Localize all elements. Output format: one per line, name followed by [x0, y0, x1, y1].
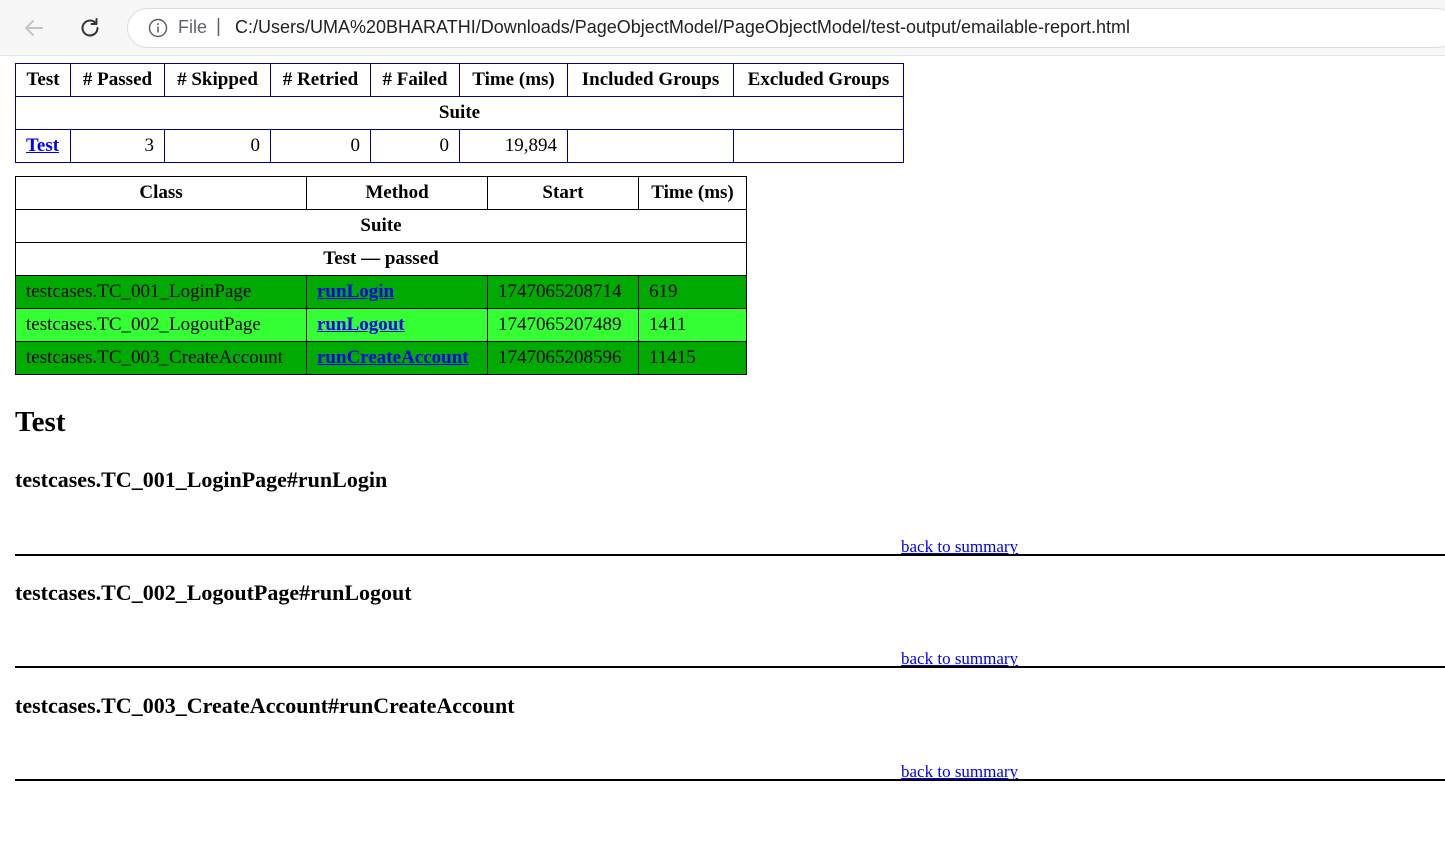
section-divider: [15, 666, 1445, 668]
summary-header-passed: # Passed: [70, 63, 165, 97]
back-button[interactable]: [16, 10, 52, 46]
summary-header-retried: # Retried: [270, 63, 371, 97]
test-section-title: Test: [15, 406, 66, 438]
summary-header-test: Test: [15, 63, 71, 97]
reload-icon: [81, 18, 99, 37]
summary-test-cell: Test: [15, 129, 71, 163]
methods-group-label: Test — passed: [15, 242, 747, 276]
reload-button[interactable]: [72, 10, 108, 46]
browser-toolbar: File | C:/Users/UMA%20BHARATHI/Downloads…: [0, 0, 1445, 56]
summary-table: Test # Passed # Skipped # Retried # Fail…: [15, 63, 904, 163]
method-detail-heading: testcases.TC_002_LogoutPage#runLogout: [15, 580, 412, 605]
scheme-separator: |: [216, 16, 221, 37]
url-text[interactable]: C:/Users/UMA%20BHARATHI/Downloads/PageOb…: [235, 17, 1130, 38]
methods-header-time: Time (ms): [638, 176, 747, 210]
summary-header-skipped: # Skipped: [164, 63, 271, 97]
summary-included-groups-value: [567, 129, 734, 163]
method-start-cell: 1747065208596: [487, 341, 639, 375]
summary-test-row: Test 3 0 0 0 19,894: [15, 129, 904, 163]
method-class-cell: testcases.TC_001_LoginPage: [15, 275, 307, 309]
methods-header-method: Method: [306, 176, 488, 210]
method-time-cell: 11415: [638, 341, 747, 375]
summary-passed-value: 3: [70, 129, 165, 163]
method-name-cell: runCreateAccount: [306, 341, 488, 375]
summary-retried-value: 0: [270, 129, 371, 163]
method-link-runlogin[interactable]: runLogin: [317, 281, 394, 302]
methods-header-class: Class: [15, 176, 307, 210]
methods-header-row: Class Method Start Time (ms): [15, 176, 747, 210]
summary-suite-label: Suite: [15, 96, 904, 130]
method-name-cell: runLogout: [306, 308, 488, 342]
method-link-runlogout[interactable]: runLogout: [317, 314, 405, 335]
summary-skipped-value: 0: [164, 129, 271, 163]
method-class-cell: testcases.TC_002_LogoutPage: [15, 308, 307, 342]
summary-header-time: Time (ms): [459, 63, 568, 97]
report-content: Test # Passed # Skipped # Retried # Fail…: [15, 63, 1445, 781]
section-divider: [15, 779, 1445, 781]
summary-time-value: 19,894: [459, 129, 568, 163]
method-class-cell: testcases.TC_003_CreateAccount: [15, 341, 307, 375]
methods-header-start: Start: [487, 176, 639, 210]
summary-failed-value: 0: [370, 129, 460, 163]
page-edge-divider: [0, 55, 1445, 56]
method-detail-heading: testcases.TC_001_LoginPage#runLogin: [15, 467, 388, 492]
method-start-cell: 1747065208714: [487, 275, 639, 309]
methods-table: Class Method Start Time (ms) Suite Test …: [15, 176, 747, 375]
scheme-label: File: [178, 17, 208, 37]
address-bar[interactable]: File | C:/Users/UMA%20BHARATHI/Downloads…: [127, 8, 1445, 48]
method-time-cell: 1411: [638, 308, 747, 342]
method-time-cell: 619: [638, 275, 747, 309]
summary-excluded-groups-value: [733, 129, 904, 163]
method-detail-heading: testcases.TC_003_CreateAccount#runCreate…: [15, 693, 515, 718]
arrow-left-icon: [25, 20, 43, 36]
methods-suite-label: Suite: [15, 209, 747, 243]
summary-header-row: Test # Passed # Skipped # Retried # Fail…: [15, 63, 904, 97]
section-divider: [15, 554, 1445, 556]
info-icon[interactable]: [148, 18, 168, 38]
methods-suite-row: Suite: [15, 209, 747, 243]
method-start-cell: 1747065207489: [487, 308, 639, 342]
table-row: testcases.TC_003_CreateAccount runCreate…: [15, 341, 747, 375]
summary-header-excluded-groups: Excluded Groups: [733, 63, 904, 97]
table-row: testcases.TC_001_LoginPage runLogin 1747…: [15, 275, 747, 309]
methods-group-row: Test — passed: [15, 242, 747, 276]
method-link-runcreateaccount[interactable]: runCreateAccount: [317, 347, 469, 368]
summary-header-failed: # Failed: [370, 63, 460, 97]
summary-header-included-groups: Included Groups: [567, 63, 734, 97]
test-link[interactable]: Test: [26, 135, 59, 156]
method-name-cell: runLogin: [306, 275, 488, 309]
summary-suite-row: Suite: [15, 96, 904, 130]
table-row: testcases.TC_002_LogoutPage runLogout 17…: [15, 308, 747, 342]
